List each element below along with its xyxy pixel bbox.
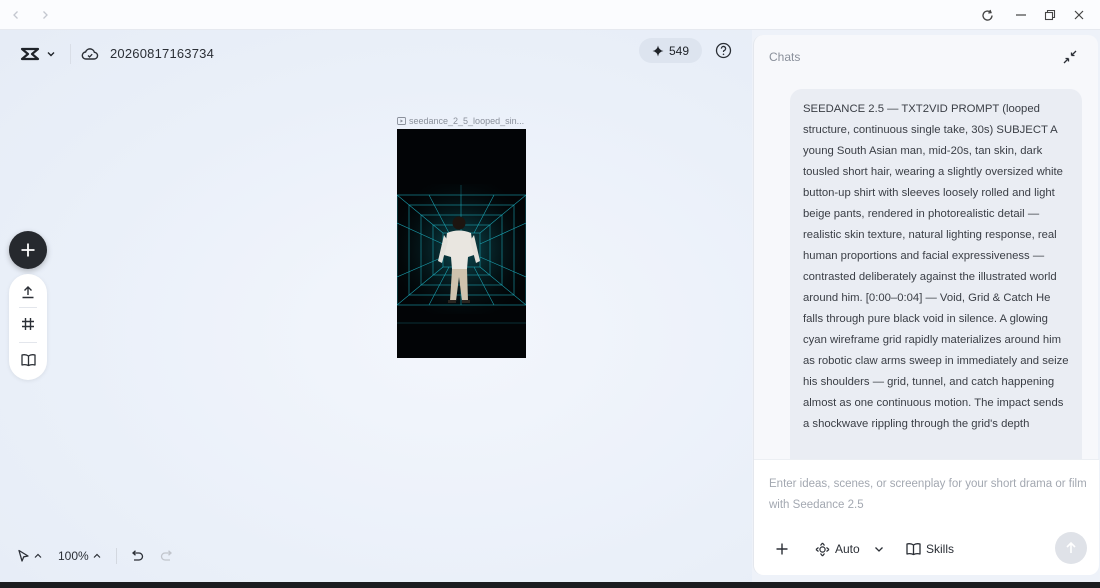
chat-panel: Chats SEEDANCE 2.5 — TXT2VID PROMPT (loo…: [753, 35, 1099, 575]
mode-label: Auto: [835, 542, 860, 556]
minimize-icon[interactable]: [1013, 7, 1029, 23]
credits-count: 549: [668, 43, 690, 58]
video-clip[interactable]: [397, 129, 526, 358]
hash-frame-icon: [22, 318, 34, 330]
mode-selector[interactable]: Auto: [815, 540, 885, 558]
video-file-icon: [397, 117, 406, 125]
plus-icon: [776, 543, 788, 555]
chat-composer: Enter ideas, scenes, or screenplay for y…: [754, 459, 1099, 575]
skills-button[interactable]: Skills: [906, 540, 954, 558]
credits-badge[interactable]: 549: [639, 38, 702, 63]
tool-divider: [19, 342, 37, 343]
select-tool-button[interactable]: [17, 548, 43, 564]
send-button[interactable]: [1055, 532, 1087, 564]
project-title[interactable]: 20260817163734: [110, 46, 214, 61]
add-button[interactable]: [9, 231, 47, 269]
capcut-logo-icon: [20, 47, 40, 61]
back-arrow-icon[interactable]: [8, 7, 24, 23]
zoom-control[interactable]: 100%: [58, 548, 102, 564]
window-titlebar: [0, 0, 1100, 30]
attach-button[interactable]: [775, 540, 789, 558]
tool-divider: [19, 307, 37, 308]
restore-icon[interactable]: [1042, 7, 1058, 23]
chevron-up-icon: [34, 553, 42, 558]
redo-icon: [160, 550, 172, 561]
sparkle-icon: [652, 45, 664, 56]
forward-arrow-icon[interactable]: [37, 7, 53, 23]
cursor-pointer-icon: [18, 549, 29, 562]
left-tool-panel: [9, 274, 47, 380]
close-icon[interactable]: [1071, 7, 1087, 23]
arrow-up-icon: [1066, 541, 1076, 553]
redo-button[interactable]: [160, 548, 174, 564]
collapse-icon[interactable]: [1063, 50, 1077, 64]
chat-message-text: SEEDANCE 2.5 — TXT2VID PROMPT (looped st…: [803, 103, 1069, 430]
taskbar-strip: [0, 582, 1100, 588]
canvas-area[interactable]: [0, 30, 752, 582]
book-icon: [20, 354, 36, 367]
header-divider: [70, 44, 71, 64]
upload-icon: [22, 286, 34, 299]
chat-input[interactable]: Enter ideas, scenes, or screenplay for y…: [769, 474, 1089, 516]
wireframe-tunnel-frame: [397, 184, 526, 324]
chevron-up-icon: [93, 553, 101, 558]
chevron-down-icon: [47, 52, 55, 57]
video-filename: seedance_2_5_looped_sin...: [409, 116, 525, 126]
reload-icon[interactable]: [979, 7, 995, 23]
chevron-down-icon: [874, 547, 883, 552]
chat-message-bubble: SEEDANCE 2.5 — TXT2VID PROMPT (looped st…: [790, 89, 1082, 459]
library-button[interactable]: [20, 352, 36, 368]
book-open-icon: [906, 543, 921, 556]
skills-label: Skills: [926, 542, 955, 556]
undo-button[interactable]: [130, 548, 144, 564]
chat-panel-title: Chats: [769, 50, 801, 64]
upload-button[interactable]: [20, 284, 36, 300]
move-arrows-icon: [815, 542, 830, 556]
plus-icon: [21, 243, 35, 257]
frame-button[interactable]: [20, 316, 36, 332]
undo-icon: [132, 550, 144, 561]
video-filename-label: seedance_2_5_looped_sin...: [397, 116, 524, 126]
help-icon[interactable]: [715, 42, 732, 59]
app-logo-menu[interactable]: [20, 46, 60, 62]
bottom-divider: [116, 548, 117, 564]
cloud-sync-icon[interactable]: [81, 45, 99, 63]
zoom-level: 100%: [58, 549, 89, 563]
